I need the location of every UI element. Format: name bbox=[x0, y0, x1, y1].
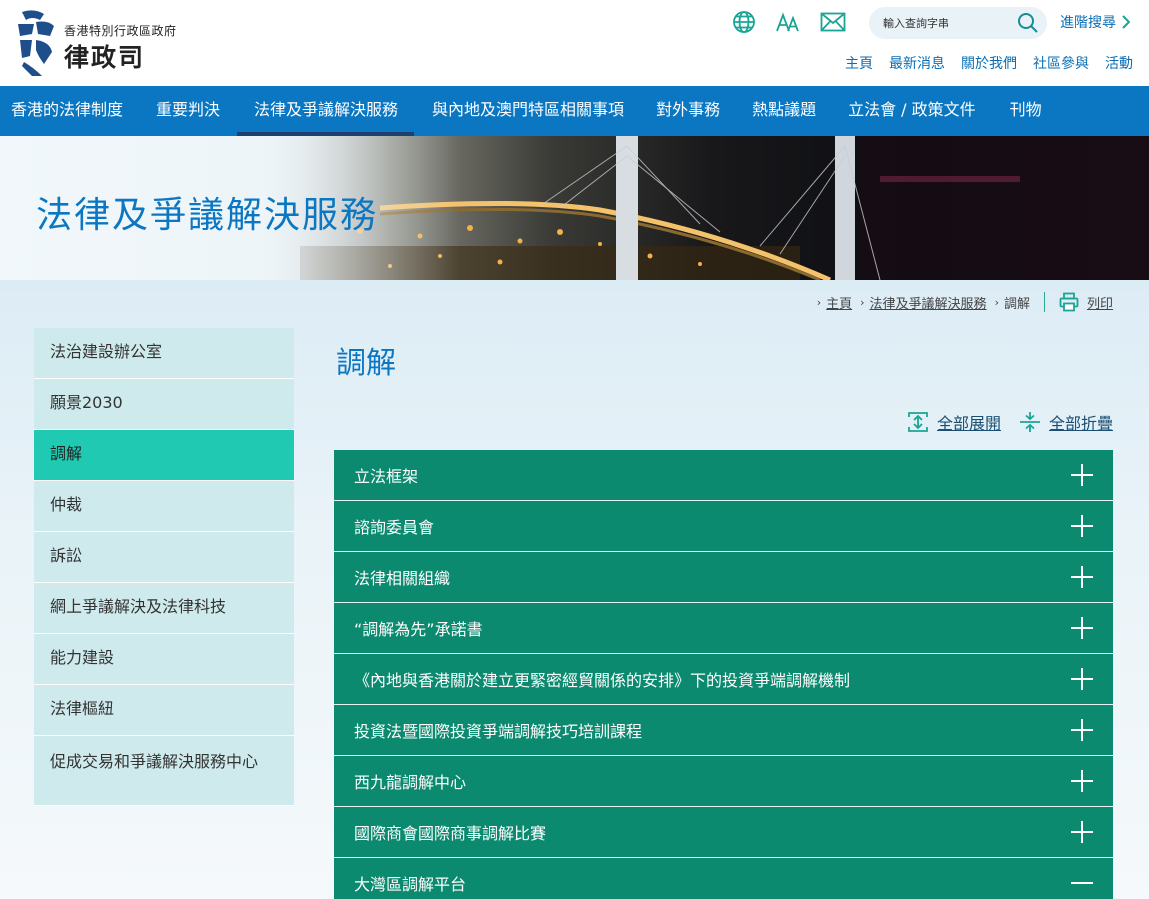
accordion-label: 大灣區調解平台 bbox=[354, 875, 467, 894]
accordion-label: 國際商會國際商事調解比賽 bbox=[354, 824, 547, 843]
nav-item-publications[interactable]: 刊物 bbox=[992, 86, 1054, 136]
accordion-label: 西九龍調解中心 bbox=[354, 773, 467, 792]
minus-icon bbox=[1071, 872, 1093, 894]
plus-icon bbox=[1071, 515, 1093, 537]
plus-icon bbox=[1071, 617, 1093, 639]
advanced-search-label: 進階搜尋 bbox=[1060, 15, 1116, 31]
sidebar-item-vision-2030[interactable]: 願景2030 bbox=[34, 379, 294, 430]
plus-icon bbox=[1071, 668, 1093, 690]
breadcrumb-link-section[interactable]: 法律及爭議解決服務 bbox=[870, 293, 987, 312]
accordion-label: 法律相關組織 bbox=[354, 569, 451, 588]
plus-icon bbox=[1071, 464, 1093, 486]
top-link-home[interactable]: 主頁 bbox=[845, 53, 873, 73]
accordion-item-related-organisations[interactable]: 法律相關組織 bbox=[334, 552, 1113, 603]
plus-icon bbox=[1071, 566, 1093, 588]
accordion-item-legislative-framework[interactable]: 立法框架 bbox=[334, 450, 1113, 501]
accordion-item-investment-law-training[interactable]: 投資法暨國際投資爭端調解技巧培訓課程 bbox=[334, 705, 1113, 756]
top-link-community[interactable]: 社區參與 bbox=[1033, 53, 1089, 73]
expand-all-button[interactable]: 全部展開 bbox=[907, 410, 1001, 434]
sidebar-item-odr-lawtech[interactable]: 網上爭議解決及法律科技 bbox=[34, 583, 294, 634]
sidebar-item-litigation[interactable]: 訴訟 bbox=[34, 532, 294, 583]
chevron-right-icon: › bbox=[816, 295, 822, 309]
accordion-label: 《內地與香港關於建立更緊密經貿關係的安排》下的投資爭端調解機制 bbox=[354, 671, 851, 690]
breadcrumb-item-section: › 法律及爭議解決服務 bbox=[860, 293, 986, 312]
top-link-news[interactable]: 最新消息 bbox=[889, 53, 945, 73]
breadcrumb: › 主頁 › 法律及爭議解決服務 › 調解 列印 bbox=[809, 292, 1113, 312]
nav-item-external-affairs[interactable]: 對外事務 bbox=[640, 86, 736, 136]
breadcrumb-link-home[interactable]: 主頁 bbox=[826, 293, 852, 312]
font-size-icon[interactable] bbox=[775, 10, 801, 34]
accordion-item-advisory-committee[interactable]: 諮詢委員會 bbox=[334, 501, 1113, 552]
accordion-label: “調解為先”承諾書 bbox=[354, 620, 483, 639]
search-input[interactable] bbox=[883, 13, 1013, 33]
search-icon[interactable] bbox=[1017, 12, 1039, 34]
chevron-right-icon bbox=[1122, 15, 1130, 29]
banner-title: 法律及爭議解決服務 bbox=[36, 195, 379, 236]
accordion-item-west-kowloon-mediation-centre[interactable]: 西九龍調解中心 bbox=[334, 756, 1113, 807]
sidebar-item-deal-making-centre[interactable]: 促成交易和爭議解決服務中心 bbox=[34, 736, 294, 806]
collapse-all-label: 全部折疊 bbox=[1048, 414, 1113, 433]
sidebar-item-capacity-building[interactable]: 能力建設 bbox=[34, 634, 294, 685]
nav-item-legal-services[interactable]: 法律及爭議解決服務 bbox=[237, 86, 415, 136]
printer-icon bbox=[1059, 292, 1079, 312]
sidebar-item-rule-of-law[interactable]: 法治建設辦公室 bbox=[34, 328, 294, 379]
main-nav: 香港的法律制度 重要判決 法律及爭議解決服務 與內地及澳門特區相關事項 對外事務… bbox=[0, 86, 1149, 136]
plus-icon bbox=[1071, 719, 1093, 741]
chevron-right-icon: › bbox=[860, 295, 865, 309]
expand-all-label: 全部展開 bbox=[936, 414, 1001, 433]
sidebar: 法治建設辦公室 願景2030 調解 仲裁 訴訟 網上爭議解決及法律科技 能力建設… bbox=[34, 328, 294, 806]
plus-icon bbox=[1071, 770, 1093, 792]
print-label: 列印 bbox=[1086, 296, 1113, 312]
accordion-label: 立法框架 bbox=[354, 467, 419, 486]
collapse-all-button[interactable]: 全部折疊 bbox=[1019, 410, 1113, 434]
advanced-search-link[interactable]: 進階搜尋 bbox=[1060, 12, 1130, 32]
logo-subtitle: 香港特別行政區政府 bbox=[64, 24, 177, 38]
top-link-about[interactable]: 關於我們 bbox=[961, 53, 1017, 73]
print-button[interactable]: 列印 bbox=[1059, 292, 1113, 312]
nav-item-judgments[interactable]: 重要判決 bbox=[134, 86, 237, 136]
sidebar-item-legal-hub[interactable]: 法律樞紐 bbox=[34, 685, 294, 736]
globe-icon[interactable] bbox=[731, 10, 757, 34]
accordion: 立法框架 諮詢委員會 法律相關組織 “調解為先”承諾書 《內地與香港關於建立更緊… bbox=[334, 450, 1113, 899]
collapse-icon bbox=[1019, 412, 1040, 432]
site-header: 香港特別行政區政府 律政司 進階搜尋 主頁 最新消息 關於我們 社區參與 活動 bbox=[0, 0, 1149, 86]
expand-icon bbox=[908, 412, 928, 432]
mail-icon[interactable] bbox=[820, 10, 846, 34]
top-link-events[interactable]: 活動 bbox=[1105, 53, 1133, 73]
page-banner: 法律及爭議解決服務 bbox=[0, 136, 1149, 280]
logo-title[interactable]: 律政司 bbox=[64, 38, 145, 74]
breadcrumb-item-current: › 調解 bbox=[995, 293, 1030, 312]
accordion-item-gba-mediation-platform[interactable]: 大灣區調解平台 bbox=[334, 858, 1113, 899]
breadcrumb-current: 調解 bbox=[1003, 296, 1030, 312]
search-box bbox=[869, 7, 1047, 39]
breadcrumb-divider bbox=[1043, 292, 1045, 312]
accordion-item-mediate-first-pledge[interactable]: “調解為先”承諾書 bbox=[334, 603, 1113, 654]
chevron-right-icon: › bbox=[994, 295, 999, 309]
plus-icon bbox=[1071, 821, 1093, 843]
doj-logo-icon[interactable] bbox=[14, 6, 58, 78]
sidebar-item-mediation[interactable]: 調解 bbox=[34, 430, 294, 481]
accordion-label: 投資法暨國際投資爭端調解技巧培訓課程 bbox=[354, 722, 643, 741]
top-links: 主頁 最新消息 關於我們 社區參與 活動 bbox=[845, 53, 1133, 73]
nav-item-legco-policy[interactable]: 立法會 / 政策文件 bbox=[832, 86, 992, 136]
accordion-label: 諮詢委員會 bbox=[354, 518, 435, 537]
breadcrumb-item-home: › 主頁 bbox=[817, 293, 852, 312]
sidebar-item-arbitration[interactable]: 仲裁 bbox=[34, 481, 294, 532]
nav-item-hot-topics[interactable]: 熱點議題 bbox=[736, 86, 832, 136]
accordion-item-cepa-investment-mediation[interactable]: 《內地與香港關於建立更緊密經貿關係的安排》下的投資爭端調解機制 bbox=[334, 654, 1113, 705]
expand-collapse-tools: 全部展開 全部折疊 bbox=[907, 410, 1113, 434]
nav-item-legal-system[interactable]: 香港的法律制度 bbox=[0, 86, 134, 136]
nav-item-mainland-macao[interactable]: 與內地及澳門特區相關事項 bbox=[414, 86, 640, 136]
accordion-item-icc-mediation-competition[interactable]: 國際商會國際商事調解比賽 bbox=[334, 807, 1113, 858]
page-title: 調解 bbox=[336, 346, 396, 381]
